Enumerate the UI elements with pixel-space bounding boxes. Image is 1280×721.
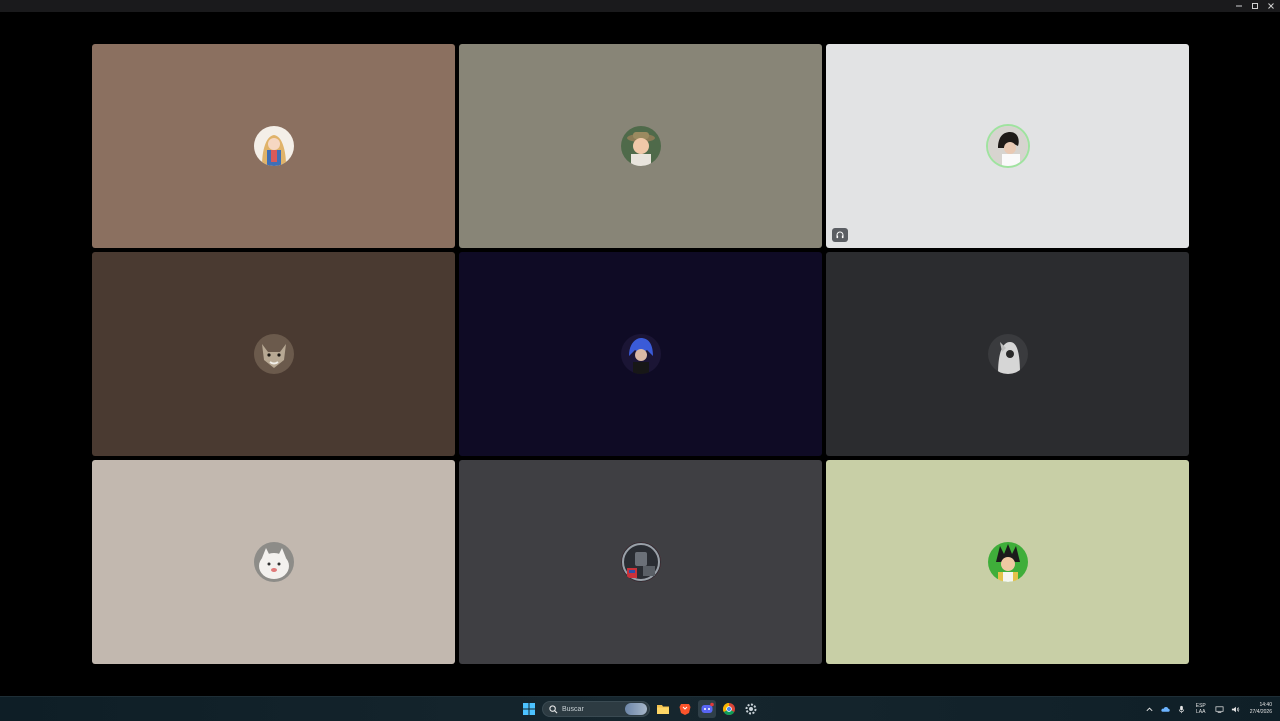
windows-taskbar: Buscar ESP LAA 14:40 27/4/2026 — [0, 696, 1280, 721]
vegeta-avatar[interactable] — [987, 542, 1028, 582]
discord-call-window — [0, 0, 1280, 696]
close-button[interactable] — [1264, 0, 1278, 12]
person-dark-hair-avatar[interactable] — [987, 126, 1028, 166]
clock-date: 27/4/2026 — [1249, 709, 1272, 715]
taskbar-search[interactable]: Buscar — [542, 701, 650, 717]
participant-tile[interactable] — [92, 460, 455, 664]
taskbar-apps: Buscar — [520, 700, 760, 718]
participant-tile[interactable] — [459, 460, 822, 664]
volume-icon[interactable] — [1230, 703, 1242, 715]
clock-time: 14:40 — [1259, 702, 1272, 708]
participant-grid — [92, 44, 1189, 664]
participant-tile[interactable] — [826, 252, 1189, 456]
discord-icon[interactable] — [698, 700, 716, 718]
robot-emblem-avatar[interactable] — [620, 542, 661, 582]
hooded-figure-avatar[interactable] — [987, 334, 1028, 374]
headphones-icon — [832, 228, 848, 242]
chevron-up-icon[interactable] — [1144, 703, 1156, 715]
search-icon — [549, 704, 558, 713]
windows-start-icon[interactable] — [520, 700, 538, 718]
keyboard-layout: LAA — [1196, 709, 1206, 715]
input-language[interactable]: ESP LAA — [1196, 703, 1206, 715]
maximize-button[interactable] — [1248, 0, 1262, 12]
participant-tile[interactable] — [826, 460, 1189, 664]
participant-tile[interactable] — [459, 44, 822, 248]
participant-tile[interactable] — [92, 252, 455, 456]
settings-icon[interactable] — [742, 700, 760, 718]
participant-tile-speaking[interactable] — [826, 44, 1189, 248]
wolf-avatar[interactable] — [253, 334, 294, 374]
clock[interactable]: 14:40 27/4/2026 — [1250, 702, 1272, 716]
search-placeholder: Buscar — [562, 705, 584, 713]
man-with-hat-avatar[interactable] — [620, 126, 661, 166]
blue-hair-character-avatar[interactable] — [620, 334, 661, 374]
onedrive-icon[interactable] — [1160, 703, 1172, 715]
brave-browser-icon[interactable] — [676, 700, 694, 718]
anime-girl-avatar[interactable] — [253, 126, 294, 166]
microphone-icon[interactable] — [1176, 703, 1188, 715]
system-tray: ESP LAA 14:40 27/4/2026 — [1144, 697, 1280, 721]
participant-tile[interactable] — [92, 44, 455, 248]
participant-tile[interactable] — [459, 252, 822, 456]
search-highlight-icon — [625, 703, 647, 715]
title-bar — [0, 0, 1280, 12]
minimize-button[interactable] — [1232, 0, 1246, 12]
file-explorer-icon[interactable] — [654, 700, 672, 718]
window-controls — [1232, 0, 1278, 12]
network-icon[interactable] — [1214, 703, 1226, 715]
white-cat-avatar[interactable] — [253, 542, 294, 582]
chrome-icon[interactable] — [720, 700, 738, 718]
